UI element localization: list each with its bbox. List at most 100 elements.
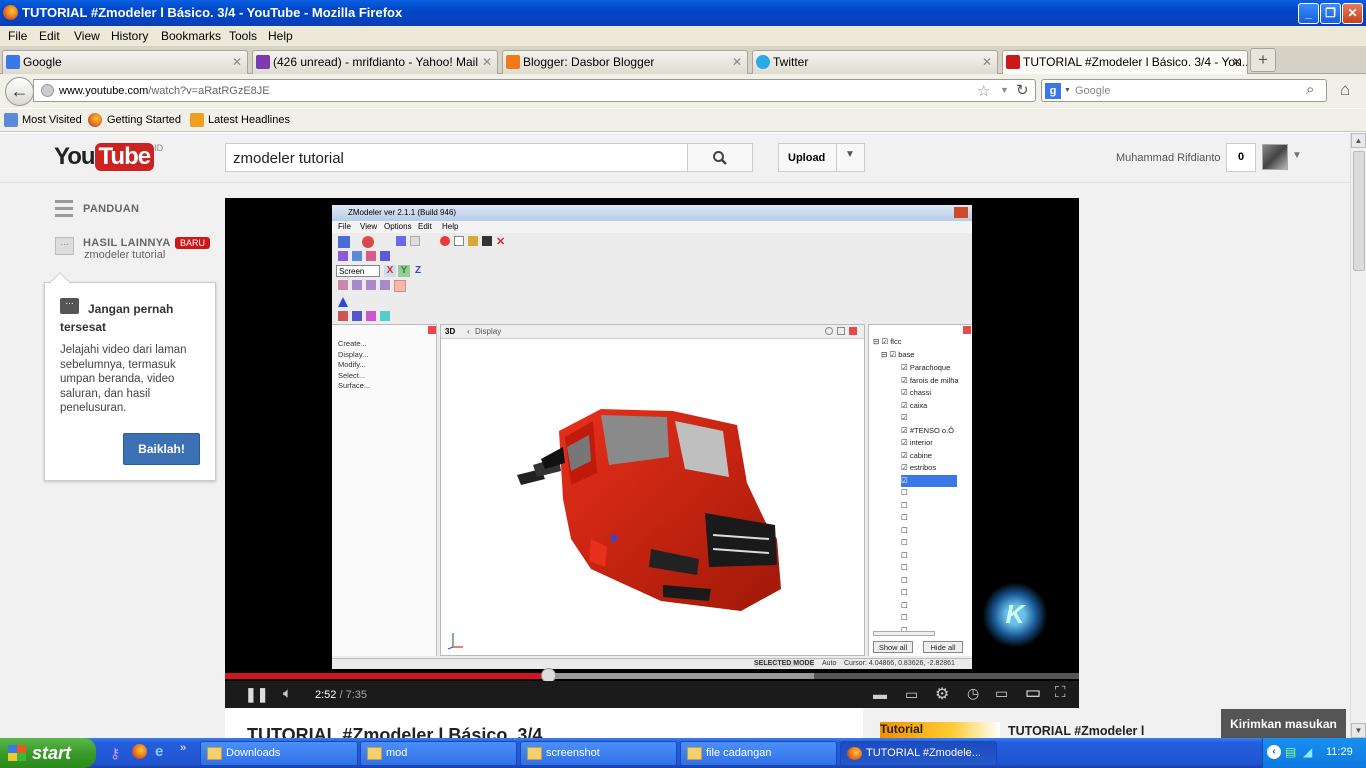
quicklaunch-more-icon[interactable]: »	[180, 742, 186, 754]
related-video-title[interactable]: TUTORIAL #Zmodeler l	[1008, 724, 1144, 738]
tab-close-icon[interactable]: ✕	[232, 51, 242, 73]
menu-icon-line	[55, 214, 73, 217]
ie-quicklaunch-icon[interactable]: e	[155, 743, 163, 760]
signal-icon[interactable]: ◢	[1303, 745, 1312, 759]
taskbar-item-screenshot[interactable]: screenshot	[520, 741, 677, 766]
start-button[interactable]: start	[0, 738, 96, 768]
youtube-search-button[interactable]	[687, 143, 753, 172]
bookmark-most-visited[interactable]: Most Visited	[22, 114, 82, 126]
menu-bookmarks[interactable]: Bookmarks	[161, 29, 221, 43]
channel-watermark-icon[interactable]: K	[982, 582, 1048, 648]
search-icon[interactable]: ⌕	[1306, 81, 1314, 98]
bookmark-getting-started[interactable]: Getting Started	[107, 114, 181, 126]
zm-menu-file: File	[338, 222, 351, 231]
new-tab-button[interactable]: +	[1250, 48, 1276, 72]
engine-dropdown-icon[interactable]: ▼	[1064, 87, 1071, 94]
zmodeler-titlebar: ZModeler ver 2.1.1 (Build 946)	[332, 205, 972, 221]
volume-icon[interactable]: 🔈︎	[283, 685, 292, 702]
tab-google[interactable]: Google ✕	[2, 50, 248, 74]
tab-close-icon[interactable]: ✕	[482, 51, 492, 73]
tab-label: TUTORIAL #Zmodeler l Básico. 3/4 - You..…	[1023, 55, 1248, 69]
chevron-down-icon[interactable]: ▼	[1292, 150, 1302, 161]
feedback-button[interactable]: Kirimkan masukan	[1221, 709, 1346, 739]
taskbar-label: file cadangan	[706, 747, 772, 759]
settings-gear-icon[interactable]: ⚙	[935, 684, 949, 704]
minimize-button[interactable]: _	[1298, 3, 1319, 24]
tab-twitter[interactable]: Twitter ✕	[752, 50, 998, 74]
tray-expand-icon[interactable]: ‹	[1267, 745, 1281, 759]
video-frame[interactable]: ZModeler ver 2.1.1 (Build 946) File View…	[332, 205, 972, 669]
tab-label: Blogger: Dasbor Blogger	[523, 55, 655, 69]
ok-button[interactable]: Baiklah!	[123, 433, 200, 465]
menu-icon	[55, 200, 73, 203]
small-player-icon[interactable]: ▭	[995, 685, 1008, 702]
zm-screen-label: Screen	[339, 267, 365, 276]
scroll-up-arrow-icon[interactable]: ▲	[1351, 133, 1366, 148]
chevron-down-icon[interactable]: ▼	[845, 149, 855, 160]
username[interactable]: Muhammad Rifdianto	[1116, 152, 1221, 164]
scroll-down-arrow-icon[interactable]: ▼	[1351, 723, 1366, 738]
vertical-scrollbar[interactable]: ▲ ▼	[1350, 133, 1366, 738]
more-results-item[interactable]: ... HASIL LAINNYA BARU zmodeler tutorial	[55, 235, 220, 265]
windows-logo-icon	[8, 745, 26, 761]
clock[interactable]: 11:29	[1326, 746, 1353, 758]
bookmark-latest-headlines[interactable]: Latest Headlines	[208, 114, 290, 126]
menu-bar: File Edit View History Bookmarks Tools H…	[0, 26, 1366, 46]
progress-bar[interactable]	[225, 673, 1079, 679]
tab-label: Google	[23, 55, 62, 69]
menu-view[interactable]: View	[74, 29, 100, 43]
taskbar-item-firefox[interactable]: TUTORIAL #Zmodele...	[840, 741, 997, 766]
time-display: 2:52 / 7:35	[315, 689, 367, 701]
tab-close-icon[interactable]: ✕	[732, 51, 742, 73]
url-dropdown-icon[interactable]: ▼	[1000, 85, 1009, 95]
tab-bar: Google ✕ (426 unread) - mrifdianto - Yah…	[0, 46, 1366, 75]
youtube-logo[interactable]: You Tube ID	[54, 143, 163, 171]
quicklaunch-icon[interactable]: ⚷	[110, 745, 120, 762]
taskbar-item-mod[interactable]: mod	[360, 741, 517, 766]
restore-button[interactable]: ❐	[1320, 3, 1341, 24]
captions-icon[interactable]: ▬	[873, 686, 887, 702]
taskbar-item-downloads[interactable]: Downloads	[200, 741, 358, 766]
reload-icon[interactable]: ↻	[1016, 81, 1029, 99]
firefox-quicklaunch-icon[interactable]	[132, 744, 147, 759]
tab-close-icon[interactable]: ✕	[1232, 51, 1242, 73]
pause-button[interactable]: ❚❚	[245, 686, 268, 703]
url-bar[interactable]: www.youtube.com/watch?v=aRatRGzE8JE ☆ ▼ …	[33, 79, 1036, 102]
rss-icon	[190, 113, 204, 127]
back-button[interactable]: ←	[5, 77, 34, 106]
bookmark-star-icon[interactable]: ☆	[977, 82, 990, 100]
youtube-search-input[interactable]: zmodeler tutorial	[225, 143, 688, 172]
annotations-icon[interactable]: ▭	[905, 686, 918, 703]
fullscreen-icon[interactable]: ⛶	[1055, 684, 1066, 701]
avatar[interactable]	[1262, 144, 1288, 170]
menu-edit[interactable]: Edit	[39, 29, 60, 43]
window-title-bar[interactable]: TUTORIAL #Zmodeler l Básico. 3/4 - YouTu…	[0, 0, 1366, 26]
home-icon[interactable]: ⌂	[1340, 80, 1350, 100]
notification-count[interactable]: 0	[1226, 143, 1256, 172]
zm-show-all-button: Show all	[873, 641, 913, 653]
close-window-button[interactable]: ✕	[1342, 3, 1363, 24]
tab-blogger[interactable]: Blogger: Dasbor Blogger ✕	[502, 50, 748, 74]
related-video-thumbnail[interactable]: Tutorial	[880, 722, 1000, 738]
zm-status-auto: Auto	[822, 660, 837, 667]
tab-close-icon[interactable]: ✕	[982, 51, 992, 73]
network-icon[interactable]: ▤	[1285, 745, 1296, 759]
tab-youtube[interactable]: TUTORIAL #Zmodeler l Básico. 3/4 - You..…	[1002, 50, 1248, 75]
zm-left-panel: Create... Display... Modify... Select...…	[332, 324, 437, 656]
tab-yahoo-mail[interactable]: (426 unread) - mrifdianto - Yahoo! Mail …	[252, 50, 498, 74]
taskbar-item-file-cadangan[interactable]: file cadangan	[680, 741, 837, 766]
zm-triangle-icon	[338, 297, 348, 307]
watch-later-icon[interactable]: ◷	[967, 685, 979, 702]
menu-help[interactable]: Help	[268, 29, 293, 43]
upload-button[interactable]: Upload ▼	[778, 143, 865, 172]
guide-button[interactable]: PANDUAN	[55, 198, 205, 222]
large-player-icon[interactable]: ▭	[1025, 683, 1041, 703]
scrollbar-thumb[interactable]	[1353, 151, 1365, 271]
zm-axis-z: Z	[414, 265, 422, 276]
search-box[interactable]: g ▼ Google ⌕	[1041, 79, 1327, 102]
google-search-engine-icon[interactable]: g	[1045, 83, 1061, 99]
menu-tools[interactable]: Tools	[229, 29, 257, 43]
menu-file[interactable]: File	[8, 29, 27, 43]
twitter-icon	[756, 55, 770, 69]
menu-history[interactable]: History	[111, 29, 148, 43]
